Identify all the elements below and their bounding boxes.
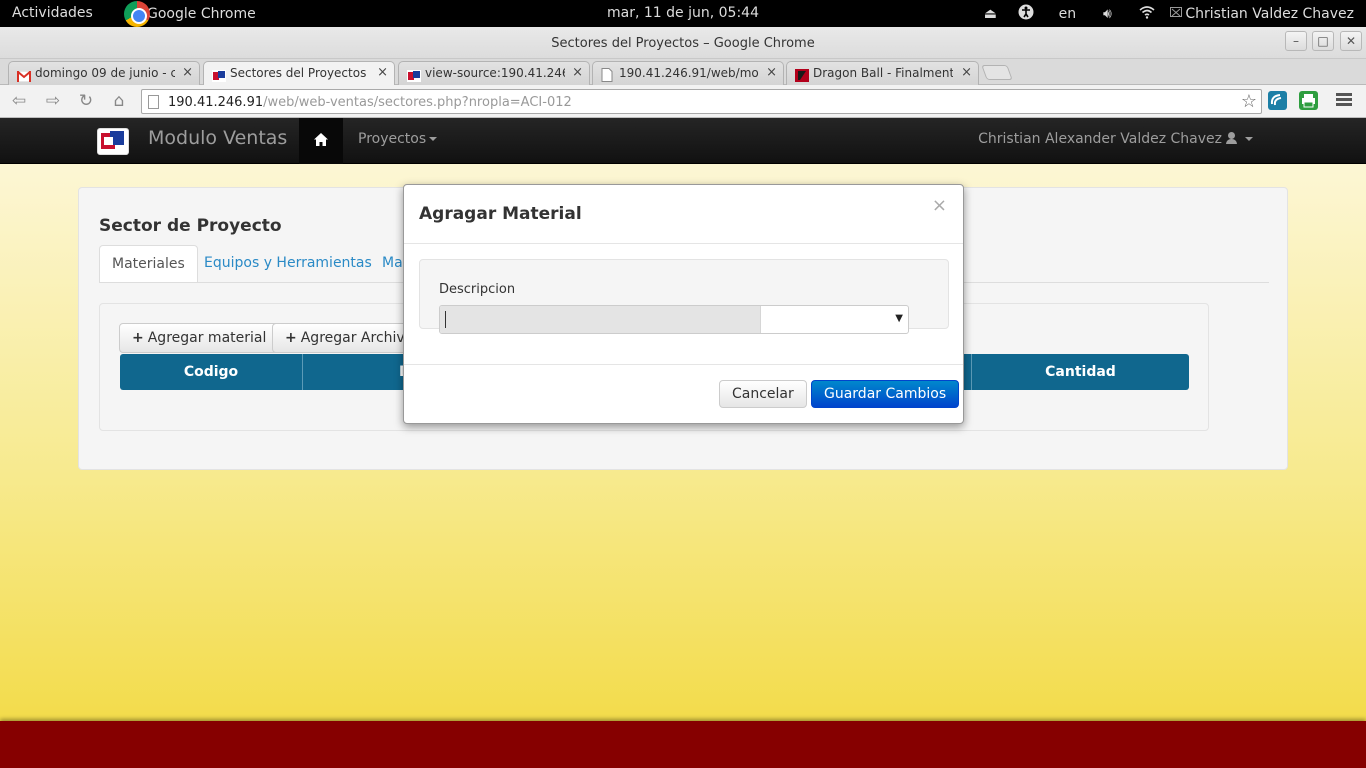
- eject-icon[interactable]: ⏏: [975, 6, 1005, 22]
- home-nav-item[interactable]: [299, 118, 343, 164]
- bookmark-star-icon[interactable]: ☆: [1241, 91, 1257, 112]
- browser-tab-gmail[interactable]: domingo 09 de junio - cval ×: [8, 61, 200, 85]
- browser-tab-sectores[interactable]: Sectores del Proyectos ×: [203, 61, 395, 86]
- company-logo[interactable]: [97, 128, 129, 155]
- column-header-codigo[interactable]: Codigo: [120, 354, 303, 390]
- tab-strip: domingo 09 de junio - cval × Sectores de…: [0, 59, 1366, 86]
- tab-label: 190.41.246.91/web/mod: [619, 66, 759, 80]
- new-tab-button[interactable]: [981, 65, 1013, 80]
- home-icon[interactable]: ⌂: [106, 89, 132, 113]
- print-extension-icon[interactable]: [1299, 91, 1318, 110]
- projects-dropdown[interactable]: Proyectos: [358, 131, 438, 147]
- modal-title: Agragar Material: [419, 204, 582, 224]
- user-icon: [1226, 132, 1237, 144]
- page-footer: [0, 721, 1366, 768]
- tab-label: domingo 09 de junio - cval: [35, 66, 175, 80]
- keyboard-language[interactable]: en: [1047, 6, 1087, 22]
- user-dropdown[interactable]: Christian Alexander Valdez Chavez: [978, 131, 1253, 147]
- dragon-ball-icon: [795, 67, 809, 82]
- tab-materiales[interactable]: Materiales: [99, 245, 198, 283]
- tab-label: Dragon Ball - Finalmente E: [813, 66, 953, 80]
- tab-label: view-source:190.41.246.: [425, 66, 565, 80]
- activities-button[interactable]: Actividades: [12, 5, 93, 21]
- web-page: Modulo Ventas Proyectos Christian Alexan…: [0, 118, 1366, 768]
- user-status-icon[interactable]: [1167, 6, 1185, 22]
- browser-tab-dragon-ball[interactable]: Dragon Ball - Finalmente E ×: [786, 61, 979, 85]
- site-logo-icon: [212, 67, 226, 82]
- brand-title[interactable]: Modulo Ventas: [148, 127, 287, 149]
- chevron-down-icon[interactable]: ▼: [895, 313, 903, 324]
- tab-equipos-herramientas[interactable]: Equipos y Herramientas: [192, 245, 384, 283]
- close-window-button[interactable]: ✕: [1340, 31, 1362, 51]
- cancel-button[interactable]: Cancelar: [719, 380, 807, 408]
- url-text: 190.41.246.91/web/web-ventas/sectores.ph…: [168, 95, 572, 110]
- plus-icon: +: [285, 330, 297, 346]
- window-title: Sectores del Proyectos – Google Chrome: [551, 36, 815, 51]
- browser-toolbar: ⇦ ⇨ ↻ ⌂ 190.41.246.91/web/web-ventas/sec…: [0, 85, 1366, 118]
- page-icon: [148, 95, 159, 109]
- description-search-input[interactable]: [440, 306, 761, 333]
- browser-tab-module[interactable]: 190.41.246.91/web/mod ×: [592, 61, 784, 85]
- tab-close-icon[interactable]: ×: [961, 62, 972, 84]
- maximize-button[interactable]: □: [1312, 31, 1334, 51]
- back-icon[interactable]: ⇦: [6, 89, 32, 113]
- app-name: Google Chrome: [147, 6, 256, 22]
- clock[interactable]: mar, 11 de jun, 05:44: [607, 5, 759, 21]
- tab-close-icon[interactable]: ×: [766, 62, 777, 84]
- system-tray: ⏏ en 🔊︎ Christian Valdez Chavez: [975, 0, 1354, 27]
- close-icon[interactable]: ×: [932, 195, 947, 216]
- description-select[interactable]: ▼: [439, 305, 909, 334]
- home-icon: [314, 133, 328, 146]
- caret-down-icon: [429, 137, 438, 141]
- tab-close-icon[interactable]: ×: [377, 62, 388, 84]
- column-header-cantidad[interactable]: Cantidad: [972, 354, 1189, 390]
- description-label: Descripcion: [439, 282, 516, 297]
- tab-close-icon[interactable]: ×: [572, 62, 583, 84]
- add-material-button[interactable]: + Agregar material: [119, 323, 280, 353]
- extension-icon[interactable]: [1268, 91, 1287, 110]
- reload-icon[interactable]: ↻: [73, 89, 99, 113]
- accessibility-icon[interactable]: [1005, 4, 1047, 24]
- chrome-icon: [124, 1, 150, 27]
- add-material-modal: Agragar Material × Descripcion ▼ Cancela…: [403, 184, 964, 424]
- window-titlebar[interactable]: Sectores del Proyectos – Google Chrome –…: [0, 27, 1366, 59]
- document-icon: [601, 67, 615, 82]
- chrome-menu-icon[interactable]: [1336, 93, 1352, 108]
- address-bar[interactable]: 190.41.246.91/web/web-ventas/sectores.ph…: [141, 89, 1262, 114]
- forward-icon[interactable]: ⇨: [40, 89, 66, 113]
- minimize-button[interactable]: –: [1285, 31, 1307, 51]
- modal-divider: [404, 243, 963, 244]
- browser-tab-view-source[interactable]: view-source:190.41.246. ×: [398, 61, 590, 85]
- gmail-icon: [16, 67, 32, 83]
- tab-label: Sectores del Proyectos: [230, 66, 367, 80]
- modal-form-well: Descripcion ▼: [419, 259, 949, 334]
- app-navbar: Modulo Ventas Proyectos Christian Alexan…: [0, 118, 1366, 164]
- session-user[interactable]: Christian Valdez Chavez: [1185, 6, 1354, 22]
- wifi-icon[interactable]: [1127, 5, 1167, 23]
- modal-footer-divider: [404, 364, 963, 365]
- site-logo-icon: [407, 67, 421, 82]
- plus-icon: +: [132, 330, 144, 346]
- gnome-top-bar: Actividades Google Chrome mar, 11 de jun…: [0, 0, 1366, 27]
- tab-close-icon[interactable]: ×: [182, 62, 193, 84]
- save-button[interactable]: Guardar Cambios: [811, 380, 960, 408]
- caret-down-icon: [1245, 137, 1253, 141]
- app-menu[interactable]: Google Chrome: [124, 1, 256, 27]
- volume-icon[interactable]: 🔊︎: [1087, 6, 1127, 22]
- section-title: Sector de Proyecto: [99, 216, 282, 236]
